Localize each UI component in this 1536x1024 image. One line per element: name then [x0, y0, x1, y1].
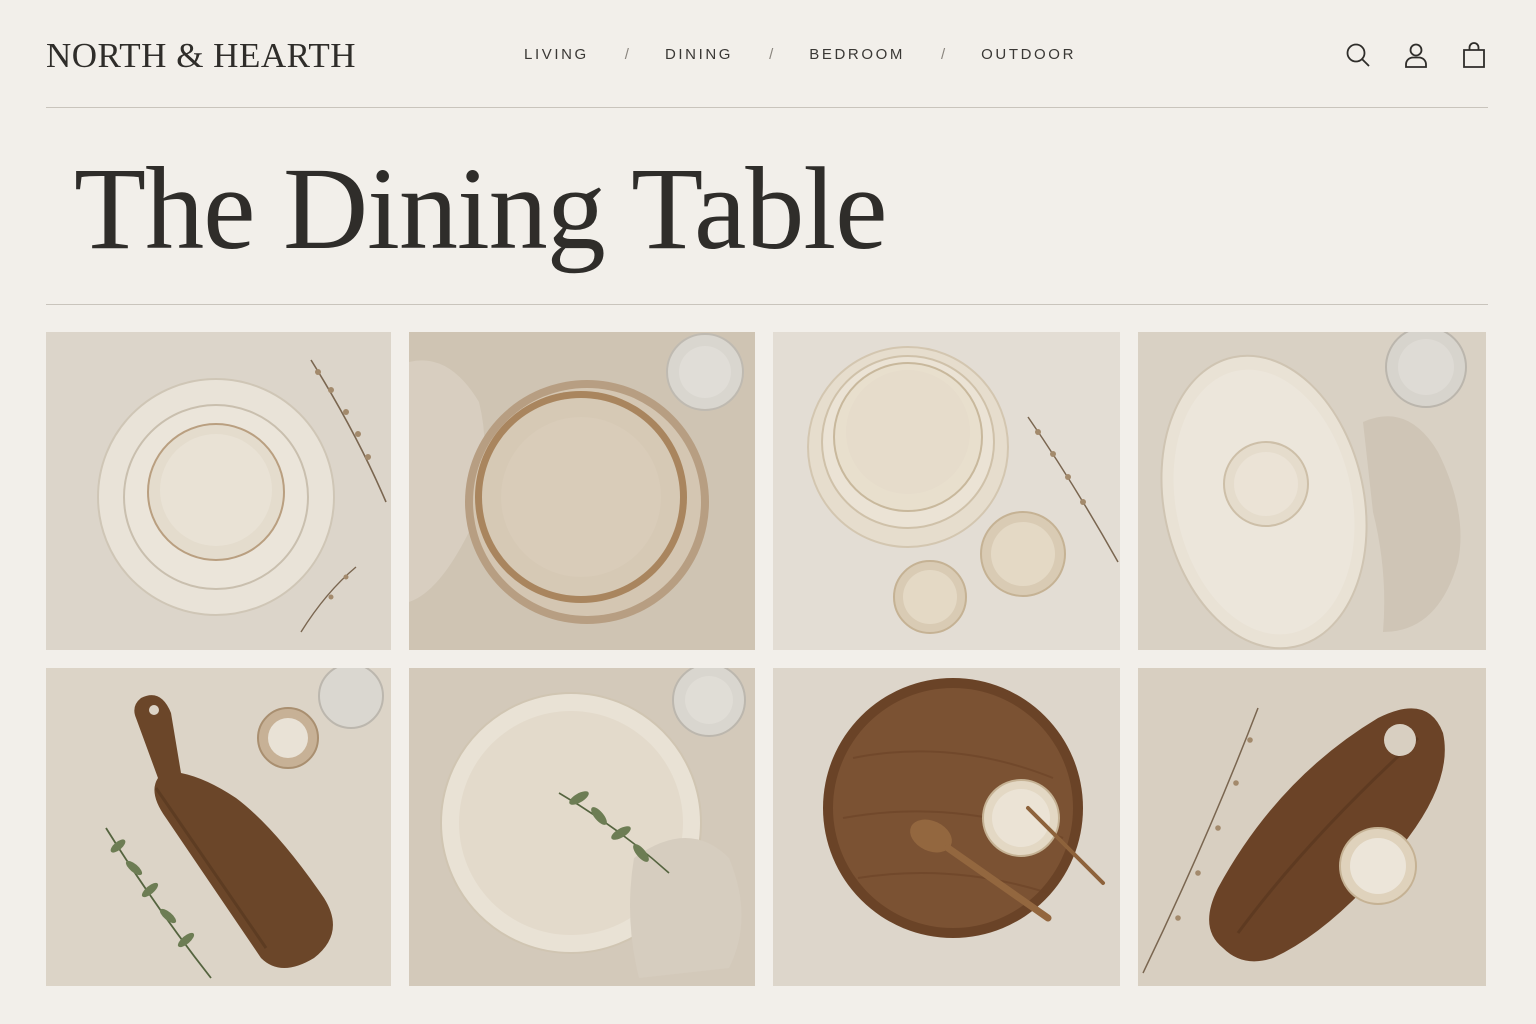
- page-title: The Dining Table: [74, 143, 887, 274]
- main-nav: LIVING / DINING / BEDROOM / OUTDOOR: [524, 46, 1076, 63]
- header-actions: [1344, 40, 1488, 70]
- shopping-bag-icon[interactable]: [1460, 40, 1488, 70]
- search-icon[interactable]: [1344, 40, 1372, 70]
- account-icon[interactable]: [1402, 40, 1430, 70]
- brand-logo[interactable]: NORTH & HEARTH: [46, 36, 356, 76]
- serving-bowl-image: [409, 668, 755, 986]
- stacked-plates-image: [46, 332, 391, 650]
- product-grid: [46, 332, 1488, 986]
- product-tile[interactable]: [1138, 668, 1486, 986]
- section-divider: [46, 304, 1488, 305]
- product-tile[interactable]: [773, 332, 1120, 650]
- paddle-board-image: [46, 668, 391, 986]
- nav-item-dining[interactable]: DINING: [665, 46, 733, 63]
- product-tile[interactable]: [1138, 332, 1486, 650]
- nav-separator: /: [624, 46, 629, 63]
- site-header: NORTH & HEARTH LIVING / DINING / BEDROOM…: [46, 0, 1488, 108]
- oval-board-image: [1138, 668, 1486, 986]
- product-tile[interactable]: [409, 332, 755, 650]
- product-tile[interactable]: [46, 332, 391, 650]
- product-tile[interactable]: [409, 668, 755, 986]
- product-tile[interactable]: [773, 668, 1120, 986]
- stacked-bowls-image: [773, 332, 1120, 650]
- product-tile[interactable]: [46, 668, 391, 986]
- nav-item-outdoor[interactable]: OUTDOOR: [981, 46, 1076, 63]
- nav-separator: /: [940, 46, 946, 63]
- oval-platter-image: [1138, 332, 1486, 650]
- nav-item-bedroom[interactable]: BEDROOM: [809, 46, 905, 63]
- nav-separator: /: [769, 46, 774, 63]
- brown-rim-plates-image: [409, 332, 755, 650]
- wooden-tray-image: [773, 668, 1120, 986]
- nav-item-living[interactable]: LIVING: [524, 46, 589, 63]
